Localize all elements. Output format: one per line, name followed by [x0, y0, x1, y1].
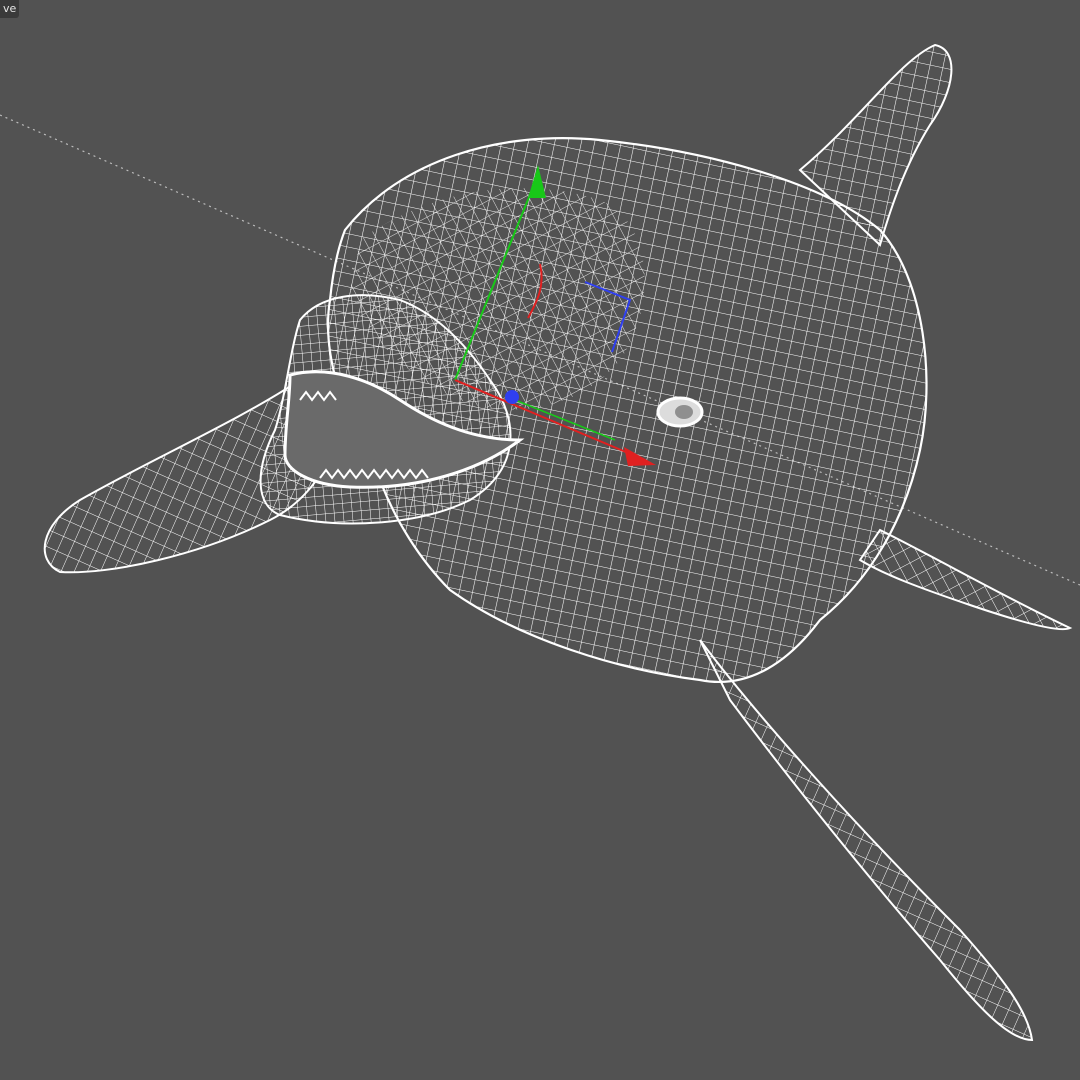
dolphin-mesh[interactable]: [43, 43, 1073, 1042]
dolphin-pupil: [675, 405, 693, 419]
dolphin-tail-mesh: [699, 639, 1034, 1042]
gizmo-z-handle[interactable]: [505, 390, 519, 404]
3d-viewport[interactable]: ve: [0, 0, 1080, 1080]
scene-canvas[interactable]: [0, 0, 1080, 1080]
dolphin-right-flipper-mesh: [858, 528, 1073, 631]
